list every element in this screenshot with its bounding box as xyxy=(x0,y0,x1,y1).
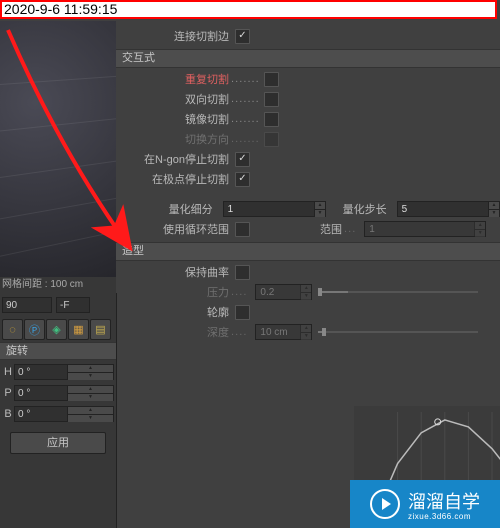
viewport-status: 网格间距 : 100 cm xyxy=(0,277,118,293)
bidirectional-cut-label: 双向切割 xyxy=(124,91,229,107)
watermark-sub: zixue.3d66.com xyxy=(408,512,480,521)
depth-label: 深度 xyxy=(124,324,229,340)
pole-stop-checkbox[interactable] xyxy=(235,172,250,187)
watermark: 溜溜自学 zixue.3d66.com xyxy=(350,480,500,528)
section-shape: 造型 xyxy=(116,242,500,261)
timestamp-text: 2020-9-6 11:59:15 xyxy=(4,1,117,17)
repeat-cut-checkbox[interactable] xyxy=(264,72,279,87)
mirror-cut-label: 镜像切割 xyxy=(124,111,229,127)
range-label: 范围 xyxy=(260,221,342,237)
quant-subdiv-field[interactable]: 1 ▲▼ xyxy=(223,201,326,217)
section-interactive: 交互式 xyxy=(116,49,500,68)
left-toolbar: 90 -F ◌ Ⓟ ◈ ▦ ▤ 旋转 H 0 ° ▲▼ P 0 ° ▲▼ B 0… xyxy=(0,293,117,528)
depth-field: 10 cm ▲▼ xyxy=(255,324,312,340)
depth-slider xyxy=(318,328,478,336)
bidirectional-cut-checkbox[interactable] xyxy=(264,92,279,107)
loop-range-label: 使用循环范围 xyxy=(124,221,229,237)
attribute-panel: 连接切割边 交互式 重复切割. . . . . . . 双向切割. . . . … xyxy=(116,21,500,528)
range-field: 1 ▲▼ xyxy=(364,221,486,237)
coord-p-row: P 0 ° ▲▼ xyxy=(2,384,114,402)
tool-icon-5[interactable]: ▤ xyxy=(90,319,111,340)
viewport-3d[interactable] xyxy=(0,21,117,293)
pressure-slider xyxy=(318,288,478,296)
ngon-stop-label: 在N-gon停止切割 xyxy=(124,151,229,167)
coord-h-row: H 0 ° ▲▼ xyxy=(2,363,114,381)
ngon-stop-checkbox[interactable] xyxy=(235,152,250,167)
loop-range-checkbox[interactable] xyxy=(235,222,250,237)
pressure-field: 0.2 ▲▼ xyxy=(255,284,312,300)
coord-h-field[interactable]: 0 ° ▲▼ xyxy=(14,364,114,380)
play-icon xyxy=(370,489,400,519)
pressure-label: 压力 xyxy=(124,284,229,300)
watermark-title: 溜溜自学 xyxy=(408,492,480,512)
keep-curvature-label: 保持曲率 xyxy=(124,264,229,280)
coord-b-field[interactable]: 0 ° ▲▼ xyxy=(14,406,114,422)
connect-cut-edge-checkbox[interactable] xyxy=(235,29,250,44)
pole-stop-label: 在极点停止切割 xyxy=(124,171,229,187)
tool-icon-3[interactable]: ◈ xyxy=(46,319,67,340)
mirror-cut-checkbox[interactable] xyxy=(264,112,279,127)
quant-step-field[interactable]: 5 ▲▼ xyxy=(397,201,500,217)
repeat-cut-label: 重复切割 xyxy=(124,71,229,87)
quant-subdiv-label: 量化细分 xyxy=(124,201,213,217)
quant-step-label: 量化步长 xyxy=(336,201,387,217)
section-rotate: 旋转 xyxy=(0,342,116,360)
tool-icon-2[interactable]: Ⓟ xyxy=(24,319,45,340)
coord-b-row: B 0 ° ▲▼ xyxy=(2,405,114,423)
timestamp-bar: 2020-9-6 11:59:15 xyxy=(0,0,497,19)
profile-label: 轮廓 xyxy=(124,304,229,320)
tool-icon-1[interactable]: ◌ xyxy=(2,319,23,340)
connect-cut-edge-label: 连接切割边 xyxy=(124,28,229,44)
switch-direction-checkbox xyxy=(264,132,279,147)
coord-p-field[interactable]: 0 ° ▲▼ xyxy=(14,385,114,401)
tool-icon-4[interactable]: ▦ xyxy=(68,319,89,340)
keep-curvature-checkbox[interactable] xyxy=(235,265,250,280)
apply-button[interactable]: 应用 xyxy=(10,432,106,454)
profile-checkbox[interactable] xyxy=(235,305,250,320)
switch-direction-label: 切换方向 xyxy=(124,131,229,147)
